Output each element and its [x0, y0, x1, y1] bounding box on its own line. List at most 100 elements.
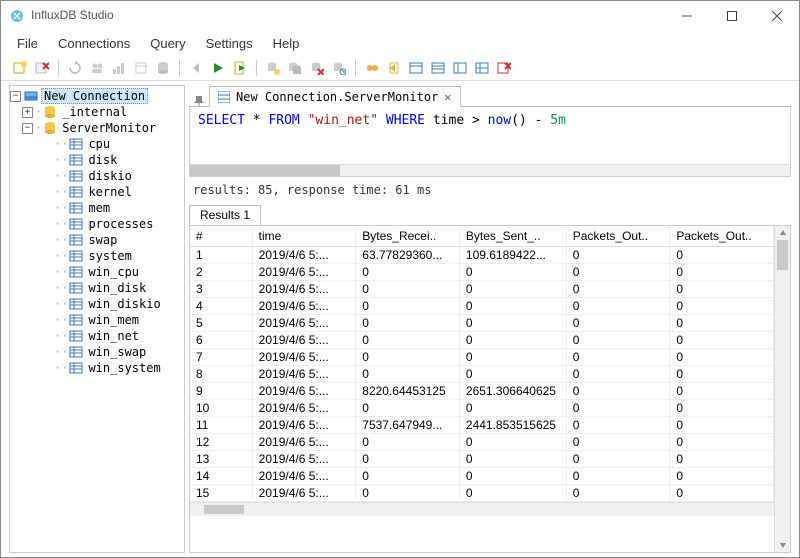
tree-measurement[interactable]: ··processes: [10, 216, 184, 232]
table-row[interactable]: 112019/4/6 5:...7537.647949...2441.85351…: [190, 417, 774, 434]
scroll-down-icon[interactable]: [775, 538, 790, 552]
scroll-up-icon[interactable]: [775, 226, 790, 240]
tree-measurement[interactable]: ··disk: [10, 152, 184, 168]
grid-hscroll[interactable]: [190, 502, 774, 516]
tool-db-copy-icon[interactable]: [286, 59, 304, 77]
cell: 15: [190, 485, 252, 502]
measurement-label: swap: [86, 233, 119, 247]
tool-cq-icon[interactable]: [363, 59, 381, 77]
cell: 10: [190, 400, 252, 417]
column-header[interactable]: Packets_Out..: [566, 226, 670, 247]
column-header[interactable]: time: [252, 226, 356, 247]
tool-tag-values-icon[interactable]: [429, 59, 447, 77]
maximize-button[interactable]: [709, 1, 754, 31]
table-row[interactable]: 102019/4/6 5:...0000: [190, 400, 774, 417]
tool-run-icon[interactable]: [209, 59, 227, 77]
column-header[interactable]: Bytes_Recei..: [356, 226, 460, 247]
tree-measurement[interactable]: ··win_net: [10, 328, 184, 344]
tree-measurement[interactable]: ··cpu: [10, 136, 184, 152]
tree-measurement[interactable]: ··system: [10, 248, 184, 264]
query-hscroll[interactable]: [190, 164, 790, 176]
close-button[interactable]: [754, 1, 799, 31]
table-row[interactable]: 92019/4/6 5:...8220.644531252651.3066406…: [190, 383, 774, 400]
tree-root[interactable]: − New Connection: [10, 88, 184, 104]
tool-back-icon[interactable]: [187, 59, 205, 77]
table-row[interactable]: 42019/4/6 5:...0000: [190, 298, 774, 315]
cell: 0: [459, 434, 566, 451]
grid-vscroll[interactable]: [774, 226, 790, 552]
cell: 109.6189422...: [459, 247, 566, 264]
tool-delete-connection-icon[interactable]: [33, 59, 51, 77]
table-row[interactable]: 62019/4/6 5:...0000: [190, 332, 774, 349]
tab-close-icon[interactable]: ✕: [444, 90, 451, 104]
tool-stats-icon[interactable]: [110, 59, 128, 77]
query-editor[interactable]: SELECT * FROM "win_net" WHERE time > now…: [189, 107, 791, 177]
table-icon: [69, 249, 83, 263]
cell: 14: [190, 468, 252, 485]
column-header[interactable]: Packets_Out..: [670, 226, 774, 247]
cell: 2019/4/6 5:...: [252, 417, 356, 434]
tree-measurement[interactable]: ··diskio: [10, 168, 184, 184]
tree-measurement[interactable]: ··win_swap: [10, 344, 184, 360]
tool-new-connection-icon[interactable]: [11, 59, 29, 77]
menu-help[interactable]: Help: [273, 36, 300, 51]
collapse-icon[interactable]: −: [10, 91, 21, 102]
tree-measurement[interactable]: ··win_cpu: [10, 264, 184, 280]
tool-db-add-icon[interactable]: [264, 59, 282, 77]
tool-db-icon[interactable]: [154, 59, 172, 77]
tree-measurement[interactable]: ··kernel: [10, 184, 184, 200]
results-tab[interactable]: Results 1: [189, 205, 261, 226]
results-grid[interactable]: #timeBytes_Recei..Bytes_Sent_..Packets_O…: [189, 225, 791, 553]
minimize-button[interactable]: [664, 1, 709, 31]
pin-icon[interactable]: [189, 96, 209, 106]
cell: 0: [459, 298, 566, 315]
column-header[interactable]: Bytes_Sent_..: [459, 226, 566, 247]
tree-measurement[interactable]: ··win_system: [10, 360, 184, 376]
tool-refresh-icon[interactable]: [66, 59, 84, 77]
collapse-icon[interactable]: −: [22, 123, 33, 134]
expand-icon[interactable]: +: [22, 107, 33, 118]
tree-db-servermonitor[interactable]: −· ServerMonitor: [10, 120, 184, 136]
tool-tag-keys-icon[interactable]: [407, 59, 425, 77]
tree-measurement[interactable]: ··swap: [10, 232, 184, 248]
tree-measurement[interactable]: ··win_disk: [10, 280, 184, 296]
table-row[interactable]: 72019/4/6 5:...0000: [190, 349, 774, 366]
table-row[interactable]: 152019/4/6 5:...0000: [190, 485, 774, 502]
tool-users-icon[interactable]: [88, 59, 106, 77]
menu-file[interactable]: File: [17, 36, 38, 51]
tool-drop-measurement-icon[interactable]: [495, 59, 513, 77]
title-bar: InfluxDB Studio: [1, 1, 799, 31]
table-icon: [69, 137, 83, 151]
menu-settings[interactable]: Settings: [206, 36, 253, 51]
tool-backfill-icon[interactable]: [385, 59, 403, 77]
tree-db-internal[interactable]: +· _internal: [10, 104, 184, 120]
tool-run-file-icon[interactable]: [231, 59, 249, 77]
menu-query[interactable]: Query: [150, 36, 185, 51]
cell: 0: [566, 434, 670, 451]
cell: 2019/4/6 5:...: [252, 298, 356, 315]
menu-connections[interactable]: Connections: [58, 36, 130, 51]
tree-measurement[interactable]: ··mem: [10, 200, 184, 216]
table-row[interactable]: 12019/4/6 5:...63.77829360...109.6189422…: [190, 247, 774, 264]
column-header[interactable]: #: [190, 226, 252, 247]
tree-root-label: New Connection: [41, 88, 148, 104]
table-row[interactable]: 52019/4/6 5:...0000: [190, 315, 774, 332]
tool-field-keys-icon[interactable]: [451, 59, 469, 77]
tree-measurement[interactable]: ··win_mem: [10, 312, 184, 328]
query-tab[interactable]: New Connection.ServerMonitor ✕: [209, 86, 461, 107]
tool-series-icon[interactable]: [473, 59, 491, 77]
tree-measurement[interactable]: ··win_diskio: [10, 296, 184, 312]
table-row[interactable]: 132019/4/6 5:...0000: [190, 451, 774, 468]
table-row[interactable]: 22019/4/6 5:...0000: [190, 264, 774, 281]
table-row[interactable]: 122019/4/6 5:...0000: [190, 434, 774, 451]
tool-diagnostics-icon[interactable]: [132, 59, 150, 77]
connection-tree[interactable]: − New Connection +· _internal −· ServerM…: [9, 85, 185, 553]
tool-db-retention-icon[interactable]: [330, 59, 348, 77]
tool-db-delete-icon[interactable]: [308, 59, 326, 77]
cell: 0: [670, 298, 774, 315]
table-row[interactable]: 82019/4/6 5:...0000: [190, 366, 774, 383]
table-row[interactable]: 32019/4/6 5:...0000: [190, 281, 774, 298]
cell: 0: [459, 315, 566, 332]
table-row[interactable]: 142019/4/6 5:...0000: [190, 468, 774, 485]
cell: 8220.64453125: [356, 383, 460, 400]
